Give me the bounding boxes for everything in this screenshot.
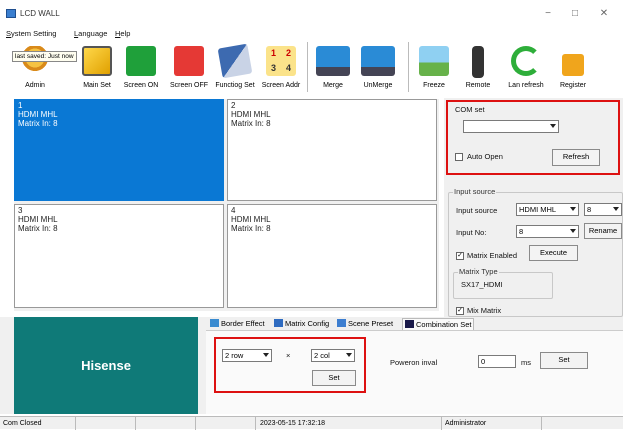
status-cell (196, 417, 256, 430)
chevron-down-icon (613, 207, 619, 211)
minimize-button[interactable]: − (537, 6, 559, 22)
chevron-down-icon (550, 124, 556, 128)
register-button[interactable]: Register (552, 40, 594, 95)
remote-button[interactable]: Remote (459, 40, 497, 95)
merge-icon (316, 46, 350, 76)
toolbar-separator (408, 42, 409, 92)
chevron-down-icon (570, 207, 576, 211)
screen-off-icon (174, 46, 204, 76)
screen-on-icon (126, 46, 156, 76)
com-status: Com Closed (0, 417, 76, 430)
menu-system-setting[interactable]: System Setting (6, 29, 56, 38)
function-set-icon (217, 43, 253, 79)
menu-bar: System Setting Language Help (0, 28, 623, 40)
toolbar: Admin Main Set Screen ON Screen OFF Func… (0, 40, 623, 95)
screen-cell-2[interactable]: 2 HDMI MHL Matrix In: 8 (227, 99, 437, 201)
screen-cell-3[interactable]: 3 HDMI MHL Matrix In: 8 (14, 204, 224, 308)
admin-button[interactable]: Admin (14, 40, 56, 95)
matrix-enabled-checkbox[interactable]: ✓ (456, 252, 464, 260)
status-user: Administrator (442, 417, 542, 430)
status-cell (136, 417, 196, 430)
execute-button[interactable]: Execute (529, 245, 578, 261)
main-set-button[interactable]: Main Set (76, 40, 118, 95)
freeze-button[interactable]: Freeze (414, 40, 454, 95)
screen-addr-button[interactable]: 1 2 3 4 Screen Addr (258, 40, 304, 95)
window-title: LCD WALL (20, 9, 60, 18)
menu-language[interactable]: Language (74, 29, 107, 38)
status-cell (76, 417, 136, 430)
app-icon (6, 9, 16, 18)
menu-help[interactable]: Help (115, 29, 130, 38)
function-set-button[interactable]: Functiog Set (212, 40, 258, 95)
chevron-down-icon (570, 229, 576, 233)
border-effect-icon (210, 319, 219, 327)
status-datetime: 2023-05-15 17:32:18 (256, 417, 442, 430)
screen-addr-icon: 1 2 3 4 (266, 46, 296, 76)
input-no-select[interactable]: 8 (516, 225, 579, 238)
register-icon (562, 54, 584, 76)
rename-button[interactable]: Rename (584, 223, 622, 239)
unmerge-button[interactable]: UnMerge (356, 40, 400, 95)
close-button[interactable]: ✕ (593, 6, 615, 22)
rows-select[interactable]: 2 row (222, 349, 272, 362)
screen-off-button[interactable]: Screen OFF (166, 40, 212, 95)
cols-select[interactable]: 2 col (311, 349, 355, 362)
merge-button[interactable]: Merge (311, 40, 355, 95)
poweron-interval-input[interactable]: 0 (478, 355, 516, 368)
row-col-group: 2 row × 2 col Set (214, 337, 366, 393)
mix-matrix-checkbox[interactable]: ✓ (456, 307, 464, 315)
tooltip: last saved: Just now (12, 51, 77, 62)
matrix-config-icon (274, 319, 283, 327)
main-set-icon (82, 46, 112, 76)
tab-border-effect[interactable]: Border Effect (210, 318, 265, 330)
combination-set-icon (405, 320, 414, 328)
tab-combination-set[interactable]: Combination Set (402, 318, 475, 330)
chevron-down-icon (346, 353, 352, 357)
tab-scene-preset[interactable]: Scene Preset (337, 318, 393, 330)
hisense-logo: Hisense (14, 317, 198, 414)
set-poweron-button[interactable]: Set (540, 352, 588, 369)
screen-cell-4[interactable]: 4 HDMI MHL Matrix In: 8 (227, 204, 437, 308)
maximize-button[interactable]: □ (564, 6, 586, 22)
screen-wall-grid: 1 HDMI MHL Matrix In: 8 2 HDMI MHL Matri… (14, 99, 439, 311)
input-source-number-select[interactable]: 8 (584, 203, 622, 216)
remote-icon (472, 46, 484, 78)
tab-matrix-config[interactable]: Matrix Config (274, 318, 329, 330)
scene-preset-icon (337, 319, 346, 327)
com-port-select[interactable] (463, 120, 559, 133)
set-layout-button[interactable]: Set (312, 370, 356, 386)
freeze-icon (419, 46, 449, 76)
com-set-group: COM set Auto Open Refresh (446, 100, 620, 175)
chevron-down-icon (263, 353, 269, 357)
lan-refresh-icon (511, 46, 541, 76)
lan-refresh-button[interactable]: Lan refresh (502, 40, 550, 95)
unmerge-icon (361, 46, 395, 76)
refresh-button[interactable]: Refresh (552, 149, 600, 166)
title-bar: LCD WALL − □ ✕ (0, 0, 623, 28)
status-bar: Com Closed 2023-05-15 17:32:18 Administr… (0, 416, 623, 430)
auto-open-checkbox[interactable] (455, 153, 463, 161)
screen-on-button[interactable]: Screen ON (120, 40, 162, 95)
input-source-select[interactable]: HDMI MHL (516, 203, 579, 216)
toolbar-separator (307, 42, 308, 92)
screen-cell-1[interactable]: 1 HDMI MHL Matrix In: 8 (14, 99, 224, 201)
